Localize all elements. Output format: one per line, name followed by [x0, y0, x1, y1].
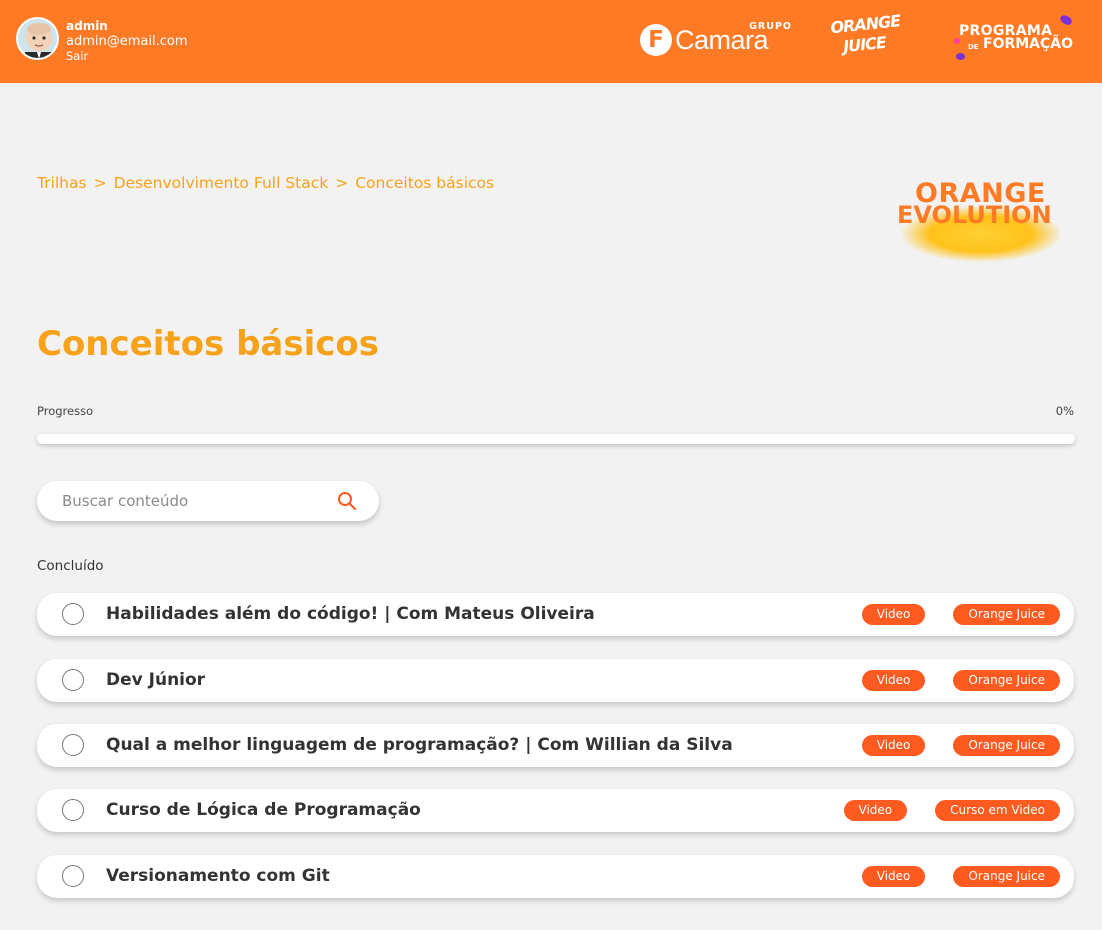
breadcrumb-separator: >	[93, 174, 107, 192]
progress-bar	[37, 434, 1075, 444]
content-tags: Video Curso em Video	[843, 800, 1060, 821]
search-box	[37, 481, 379, 521]
source-tag: Orange Juice	[953, 604, 1060, 625]
orange-juice-logo: ORANGE JUICE	[830, 11, 901, 68]
user-info: admin admin@email.com Sair	[66, 19, 187, 64]
search-input[interactable]	[62, 481, 322, 521]
content-title: Versionamento com Git	[106, 866, 330, 886]
type-tag: Video	[843, 800, 908, 821]
orange-evolution-logo: ORANGE EVOLUTION	[893, 178, 1073, 270]
breadcrumb-full-stack[interactable]: Desenvolvimento Full Stack	[114, 174, 329, 192]
completion-checkbox[interactable]	[62, 799, 84, 821]
source-tag: Curso em Video	[935, 800, 1060, 821]
source-tag: Orange Juice	[953, 735, 1060, 756]
content-item[interactable]: Curso de Lógica de Programação Video Cur…	[37, 789, 1074, 832]
progress-percent: 0%	[1055, 404, 1074, 418]
content-item[interactable]: Habilidades além do código! | Com Mateus…	[37, 593, 1074, 636]
content-item[interactable]: Qual a melhor linguagem de programação? …	[37, 724, 1074, 767]
formacao-text: FORMAÇÃO	[983, 36, 1074, 52]
breadcrumb-separator: >	[335, 174, 349, 192]
content-tags: Video Orange Juice	[861, 670, 1060, 691]
search-icon[interactable]	[337, 491, 357, 511]
content-title: Qual a melhor linguagem de programação? …	[106, 735, 733, 755]
type-tag: Video	[861, 604, 926, 625]
completion-checkbox[interactable]	[62, 865, 84, 887]
user-email: admin@email.com	[66, 34, 188, 49]
logo-dot-shape	[1058, 13, 1074, 27]
de-text: DE	[968, 43, 979, 51]
content-title: Habilidades além do código! | Com Mateus…	[106, 604, 595, 624]
content-tags: Video Orange Juice	[861, 604, 1060, 625]
breadcrumb-trilhas[interactable]: Trilhas	[37, 174, 87, 192]
type-tag: Video	[861, 866, 926, 887]
top-header: admin admin@email.com Sair F GRUPO Camar…	[0, 0, 1102, 83]
source-tag: Orange Juice	[953, 670, 1060, 691]
user-avatar[interactable]	[16, 17, 59, 60]
completion-checkbox[interactable]	[62, 603, 84, 625]
type-tag: Video	[861, 670, 926, 691]
programa-formacao-logo: PROGRAMA DE FORMAÇÃO	[950, 13, 1090, 66]
logout-link[interactable]: Sair	[66, 49, 187, 64]
user-name: admin	[66, 19, 108, 33]
content-tags: Video Orange Juice	[861, 735, 1060, 756]
breadcrumb-current[interactable]: Conceitos básicos	[355, 174, 494, 192]
breadcrumb: Trilhas > Desenvolvimento Full Stack > Conce…	[37, 174, 494, 192]
content-item[interactable]: Versionamento com Git Video Orange Juice	[37, 855, 1074, 898]
camara-f-icon: F	[640, 24, 672, 56]
completion-checkbox[interactable]	[62, 734, 84, 756]
content-title: Dev Júnior	[106, 670, 206, 690]
progress-label: Progresso	[37, 404, 94, 418]
section-label: Concluído	[37, 558, 104, 574]
source-tag: Orange Juice	[953, 866, 1060, 887]
camara-name-text: Camara	[675, 25, 769, 55]
type-tag: Video	[861, 735, 926, 756]
content-title: Curso de Lógica de Programação	[106, 800, 421, 820]
logo-dot-shape	[956, 53, 965, 60]
page-title: Conceitos básicos	[37, 324, 379, 364]
content-tags: Video Orange Juice	[861, 866, 1060, 887]
content-item[interactable]: Dev Júnior Video Orange Juice	[37, 659, 1074, 702]
grupo-camara-logo: F GRUPO Camara	[638, 20, 794, 60]
orange-evolution-line2: EVOLUTION	[897, 201, 1052, 229]
completion-checkbox[interactable]	[62, 669, 84, 691]
